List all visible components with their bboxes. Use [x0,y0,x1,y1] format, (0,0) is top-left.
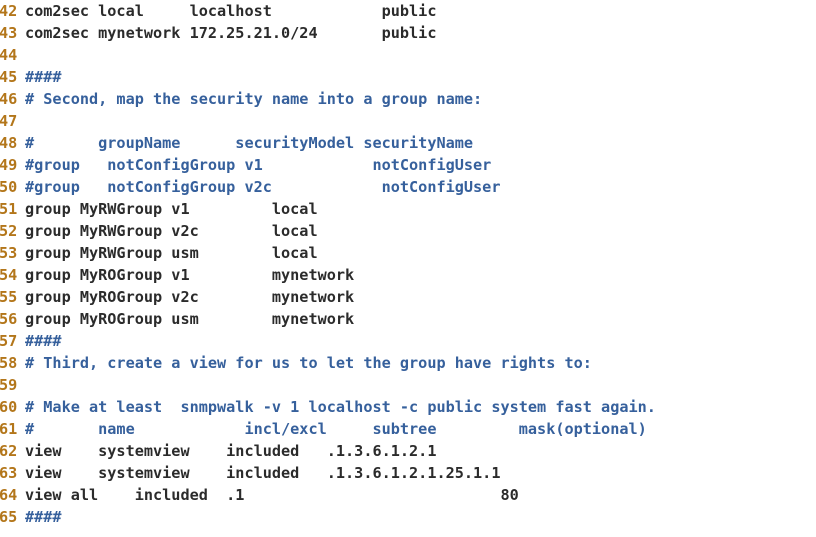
code-text[interactable]: group MyROGroup v1 mynetwork [25,264,816,286]
line-number: 56 [0,310,18,328]
line-number: 62 [0,442,18,460]
code-comment-text[interactable]: #group notConfigGroup v1 notConfigUser [25,154,816,176]
code-comment-text[interactable]: # Make at least snmpwalk -v 1 localhost … [25,396,816,418]
code-line[interactable]: 50 #group notConfigGroup v2c notConfigUse… [0,176,816,198]
code-text[interactable]: group MyRWGroup v1 local [25,198,816,220]
code-line-list[interactable]: 42 com2sec local localhost public 43 com2se… [0,0,816,528]
code-line[interactable]: 53 group MyRWGroup usm local [0,242,816,264]
line-number: 46 [0,90,18,108]
line-number: 48 [0,134,18,152]
code-text[interactable]: view systemview included .1.3.6.1.2.1.25… [25,462,816,484]
code-text[interactable]: group MyRWGroup v2c local [25,220,816,242]
code-line[interactable]: 51 group MyRWGroup v1 local [0,198,816,220]
code-line[interactable]: 56 group MyROGroup usm mynetwork [0,308,816,330]
line-number: 44 [0,46,18,64]
code-comment-text[interactable]: #group notConfigGroup v2c notConfigUser [25,176,816,198]
line-number: 47 [0,112,18,130]
line-number: 53 [0,244,18,262]
code-line[interactable]: 54 group MyROGroup v1 mynetwork [0,264,816,286]
code-line[interactable]: 43 com2sec mynetwork 172.25.21.0/24 publi… [0,22,816,44]
code-editor-viewport[interactable]: 42 com2sec local localhost public 43 com2se… [0,0,816,537]
code-line[interactable]: 46 # Second, map the security name into a… [0,88,816,110]
line-number: 64 [0,486,18,504]
code-line[interactable]: 59 [0,374,816,396]
code-text[interactable]: view all included .1 80 [25,484,816,506]
line-number: 60 [0,398,18,416]
code-line[interactable]: 64 view all included .1 80 [0,484,816,506]
line-number: 42 [0,2,18,20]
code-text[interactable]: group MyROGroup v2c mynetwork [25,286,816,308]
line-number: 57 [0,332,18,350]
code-comment-text[interactable]: # Second, map the security name into a g… [25,88,816,110]
code-text[interactable]: view systemview included .1.3.6.1.2.1 [25,440,816,462]
code-line[interactable]: 44 [0,44,816,66]
code-line[interactable]: 65 #### [0,506,816,528]
code-comment-text[interactable]: # name incl/excl subtree mask(optional) [25,418,816,440]
line-number: 52 [0,222,18,240]
line-number: 49 [0,156,18,174]
code-text[interactable]: com2sec mynetwork 172.25.21.0/24 public [25,22,816,44]
code-line[interactable]: 42 com2sec local localhost public [0,0,816,22]
line-number: 50 [0,178,18,196]
line-number: 59 [0,376,18,394]
code-line[interactable]: 58 # Third, create a view for us to let t… [0,352,816,374]
code-comment-text[interactable]: # groupName securityModel securityName [25,132,816,154]
line-number: 63 [0,464,18,482]
line-number: 51 [0,200,18,218]
line-number: 55 [0,288,18,306]
code-line[interactable]: 61 # name incl/excl subtree mask(optional… [0,418,816,440]
code-comment-text[interactable]: #### [25,66,816,88]
line-number: 58 [0,354,18,372]
code-line[interactable]: 60 # Make at least snmpwalk -v 1 localhos… [0,396,816,418]
code-comment-text[interactable]: #### [25,506,816,528]
code-text[interactable]: group MyRWGroup usm local [25,242,816,264]
code-comment-text[interactable]: #### [25,330,816,352]
code-line[interactable]: 63 view systemview included .1.3.6.1.2.1.… [0,462,816,484]
line-number: 45 [0,68,18,86]
line-number: 61 [0,420,18,438]
line-number: 54 [0,266,18,284]
code-line[interactable]: 52 group MyRWGroup v2c local [0,220,816,242]
code-line[interactable]: 48 # groupName securityModel securityName [0,132,816,154]
code-line[interactable]: 45 #### [0,66,816,88]
code-line[interactable]: 57 #### [0,330,816,352]
line-number: 65 [0,508,18,526]
code-text[interactable]: com2sec local localhost public [25,0,816,22]
code-comment-text[interactable]: # Third, create a view for us to let the… [25,352,816,374]
line-number: 43 [0,24,18,42]
code-line[interactable]: 55 group MyROGroup v2c mynetwork [0,286,816,308]
code-line[interactable]: 47 [0,110,816,132]
code-text[interactable]: group MyROGroup usm mynetwork [25,308,816,330]
code-line[interactable]: 49 #group notConfigGroup v1 notConfigUser [0,154,816,176]
code-line[interactable]: 62 view systemview included .1.3.6.1.2.1 [0,440,816,462]
